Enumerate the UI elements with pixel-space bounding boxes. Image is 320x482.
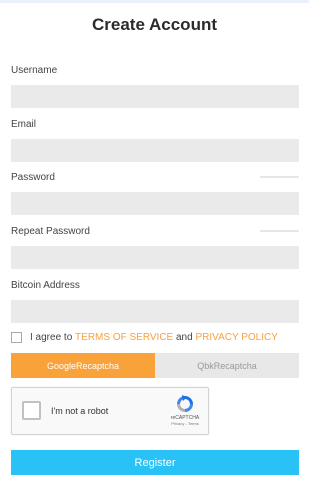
agree-and: and <box>176 331 193 343</box>
agree-prefix: I agree to <box>30 331 73 343</box>
recaptcha-label: I'm not a robot <box>51 406 109 416</box>
register-button[interactable]: Register <box>11 450 299 475</box>
username-input[interactable] <box>11 85 299 108</box>
tab-qbk-recaptcha[interactable]: QbkRecaptcha <box>155 353 299 378</box>
password-strength-bar <box>260 176 299 178</box>
recaptcha-widget: I'm not a robot reCAPTCHA Privacy - Term… <box>11 387 209 435</box>
privacy-link[interactable]: PRIVACY POLICY <box>195 332 277 343</box>
agree-row: I agree to TERMS OF SERVICE and PRIVACY … <box>11 330 278 344</box>
password-input[interactable] <box>11 192 299 215</box>
repeat-password-label: Repeat Password <box>11 226 90 237</box>
tab-google-recaptcha[interactable]: GoogleRecaptcha <box>11 353 155 378</box>
top-bar <box>0 0 309 3</box>
email-label: Email <box>11 119 37 130</box>
captcha-tabs: GoogleRecaptcha QbkRecaptcha <box>11 353 299 378</box>
username-label: Username <box>11 65 58 76</box>
recaptcha-logo: reCAPTCHA Privacy - Terms <box>170 394 200 426</box>
bitcoin-address-label: Bitcoin Address <box>11 280 80 291</box>
recaptcha-logo-icon <box>177 395 193 412</box>
recaptcha-terms[interactable]: Privacy - Terms <box>170 421 200 426</box>
repeat-password-input[interactable] <box>11 246 299 269</box>
agree-checkbox[interactable] <box>11 331 22 343</box>
repeat-password-strength-bar <box>260 230 299 232</box>
email-input[interactable] <box>11 139 299 162</box>
page-title: Create Account <box>91 15 217 34</box>
recaptcha-checkbox[interactable] <box>22 401 41 420</box>
password-label: Password <box>11 172 55 183</box>
terms-link[interactable]: TERMS OF SERVICE <box>75 332 173 343</box>
bitcoin-address-input[interactable] <box>11 300 299 323</box>
